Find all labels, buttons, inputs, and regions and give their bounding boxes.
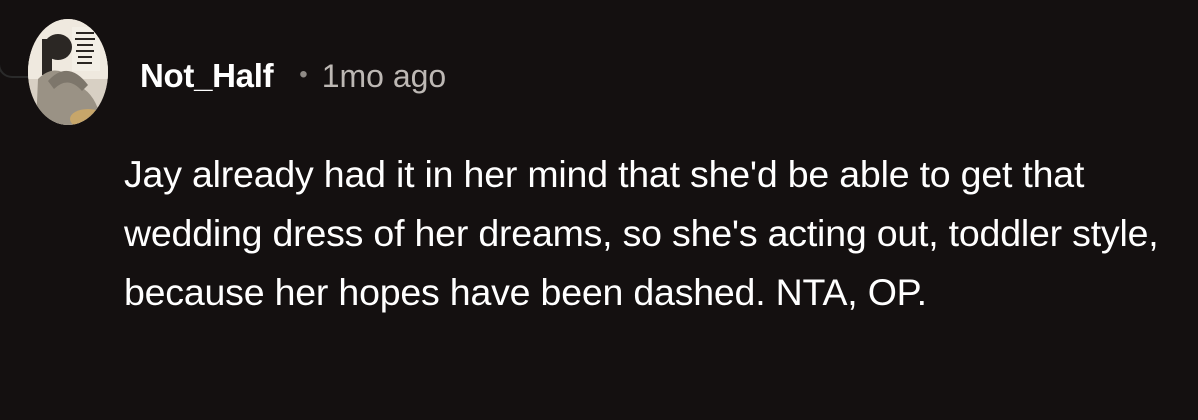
- username[interactable]: Not_Half: [140, 57, 274, 95]
- avatar-photo-icon: [28, 19, 108, 125]
- comment-card: Not_Half • 1mo ago Jay already had it in…: [0, 0, 1198, 420]
- comment-header: Not_Half • 1mo ago: [140, 56, 446, 96]
- avatar[interactable]: [28, 19, 108, 125]
- timestamp[interactable]: 1mo ago: [322, 58, 447, 95]
- separator-dot: •: [299, 61, 308, 88]
- comment-body: Jay already had it in her mind that she'…: [124, 153, 1159, 313]
